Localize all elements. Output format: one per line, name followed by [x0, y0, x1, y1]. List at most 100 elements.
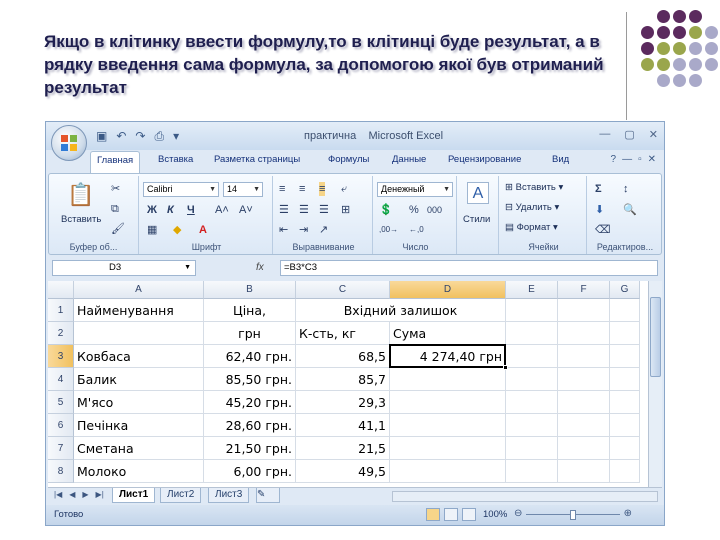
- cell-b3[interactable]: 62,40 грн.: [204, 345, 296, 368]
- clear-icon[interactable]: ⌫: [595, 223, 611, 237]
- close-icon[interactable]: ✕: [649, 128, 658, 141]
- last-sheet-icon[interactable]: ▶|: [96, 490, 104, 499]
- cell-f3[interactable]: [558, 345, 610, 368]
- cell-c8[interactable]: 49,5: [296, 460, 390, 483]
- tab-view[interactable]: Вид: [552, 154, 569, 165]
- cell-d4[interactable]: [390, 368, 506, 391]
- cell-c6[interactable]: 41,1: [296, 414, 390, 437]
- undo-icon[interactable]: ↶: [116, 128, 126, 144]
- cell-b4[interactable]: 85,50 грн.: [204, 368, 296, 391]
- maximize-icon[interactable]: ▢: [624, 128, 634, 141]
- normal-view-icon[interactable]: [426, 508, 440, 521]
- cell-b8[interactable]: 6,00 грн.: [204, 460, 296, 483]
- cell-g3[interactable]: [610, 345, 640, 368]
- cell-f2[interactable]: [558, 322, 610, 345]
- merge-cells-icon[interactable]: ⊞: [341, 203, 350, 217]
- save-icon[interactable]: ▣: [96, 128, 107, 144]
- column-header-c[interactable]: C: [296, 281, 390, 299]
- cell-g5[interactable]: [610, 391, 640, 414]
- cell-b7[interactable]: 21,50 грн.: [204, 437, 296, 460]
- delete-cells-button[interactable]: ⊟ Удалить ▾: [505, 202, 559, 213]
- select-all-corner[interactable]: [48, 281, 74, 299]
- cell-g2[interactable]: [610, 322, 640, 345]
- cell-b1[interactable]: Ціна,: [204, 299, 296, 322]
- cell-c1[interactable]: Вхідний залишок: [296, 299, 506, 322]
- cell-a4[interactable]: Балик: [74, 368, 204, 391]
- decrease-indent-icon[interactable]: ⇤: [279, 223, 288, 237]
- align-right-icon[interactable]: ☰: [319, 203, 329, 217]
- ribbon-close-icon[interactable]: ✕: [648, 154, 656, 165]
- number-format-select[interactable]: Денежный ▼: [377, 182, 453, 197]
- cell-d8[interactable]: [390, 460, 506, 483]
- shrink-font-button[interactable]: A˅: [239, 203, 253, 217]
- row-header-1[interactable]: 1: [48, 299, 74, 322]
- cell-g8[interactable]: [610, 460, 640, 483]
- cell-c7[interactable]: 21,5: [296, 437, 390, 460]
- row-header-3[interactable]: 3: [48, 345, 74, 368]
- cell-a6[interactable]: Печінка: [74, 414, 204, 437]
- cell-d3[interactable]: 4 274,40 грн: [390, 345, 506, 368]
- thousands-button[interactable]: 000: [427, 203, 442, 217]
- cell-f1[interactable]: [558, 299, 610, 322]
- paste-icon[interactable]: 📋: [67, 182, 94, 208]
- minimize-icon[interactable]: —: [599, 128, 610, 141]
- column-header-g[interactable]: G: [610, 281, 640, 299]
- styles-button[interactable]: Стили: [463, 214, 490, 225]
- currency-icon[interactable]: 💲: [379, 203, 393, 217]
- office-button[interactable]: [51, 125, 87, 161]
- cell-c5[interactable]: 29,3: [296, 391, 390, 414]
- cell-c3[interactable]: 68,5: [296, 345, 390, 368]
- cell-c2[interactable]: К-сть, кг: [296, 322, 390, 345]
- cell-a1[interactable]: Найменування: [74, 299, 204, 322]
- qat-dropdown-icon[interactable]: ▾: [173, 128, 179, 144]
- format-cells-button[interactable]: ▤ Формат ▾: [505, 222, 558, 233]
- print-preview-icon[interactable]: ⎙: [154, 128, 164, 144]
- paste-button[interactable]: Вставить: [61, 214, 101, 225]
- percent-button[interactable]: %: [409, 203, 419, 217]
- formula-input[interactable]: =B3*C3: [280, 260, 658, 276]
- page-layout-view-icon[interactable]: [444, 508, 458, 521]
- column-header-a[interactable]: A: [74, 281, 204, 299]
- zoom-knob[interactable]: [570, 510, 576, 520]
- ribbon-minimize-icon[interactable]: —: [622, 154, 632, 165]
- next-sheet-icon[interactable]: ▶: [82, 490, 88, 499]
- page-break-view-icon[interactable]: [462, 508, 476, 521]
- align-left-icon[interactable]: ☰: [279, 203, 289, 217]
- row-header-4[interactable]: 4: [48, 368, 74, 391]
- cell-c4[interactable]: 85,7: [296, 368, 390, 391]
- column-header-d[interactable]: D: [390, 281, 506, 299]
- horizontal-scrollbar[interactable]: [392, 491, 658, 502]
- cell-e8[interactable]: [506, 460, 558, 483]
- copy-icon[interactable]: ⧉: [111, 202, 119, 216]
- cell-e4[interactable]: [506, 368, 558, 391]
- sheet-tab-1[interactable]: Лист1: [112, 488, 156, 503]
- tab-formulas[interactable]: Формулы: [328, 154, 369, 165]
- increase-decimal-icon[interactable]: ,00→: [379, 223, 398, 237]
- row-header-2[interactable]: 2: [48, 322, 74, 345]
- row-header-7[interactable]: 7: [48, 437, 74, 460]
- row-header-8[interactable]: 8: [48, 460, 74, 483]
- grow-font-button[interactable]: A˄: [215, 203, 229, 217]
- insert-cells-button[interactable]: ⊞ Вставить ▾: [505, 182, 563, 193]
- cell-f7[interactable]: [558, 437, 610, 460]
- sort-filter-icon[interactable]: ↕: [623, 182, 629, 196]
- cell-a8[interactable]: Молоко: [74, 460, 204, 483]
- cell-g1[interactable]: [610, 299, 640, 322]
- cell-f5[interactable]: [558, 391, 610, 414]
- cell-f8[interactable]: [558, 460, 610, 483]
- cell-f6[interactable]: [558, 414, 610, 437]
- vertical-scroll-thumb[interactable]: [650, 297, 661, 377]
- cell-e2[interactable]: [506, 322, 558, 345]
- cell-e1[interactable]: [506, 299, 558, 322]
- insert-function-icon[interactable]: fx: [256, 260, 264, 275]
- cell-g7[interactable]: [610, 437, 640, 460]
- cell-e3[interactable]: [506, 345, 558, 368]
- orientation-icon[interactable]: ↗: [319, 223, 328, 237]
- decrease-decimal-icon[interactable]: ←,0: [409, 223, 424, 237]
- styles-icon[interactable]: A: [467, 182, 489, 204]
- cell-a7[interactable]: Сметана: [74, 437, 204, 460]
- align-top-icon[interactable]: ≡: [279, 182, 285, 196]
- cell-b6[interactable]: 28,60 грн.: [204, 414, 296, 437]
- cell-d5[interactable]: [390, 391, 506, 414]
- cell-e6[interactable]: [506, 414, 558, 437]
